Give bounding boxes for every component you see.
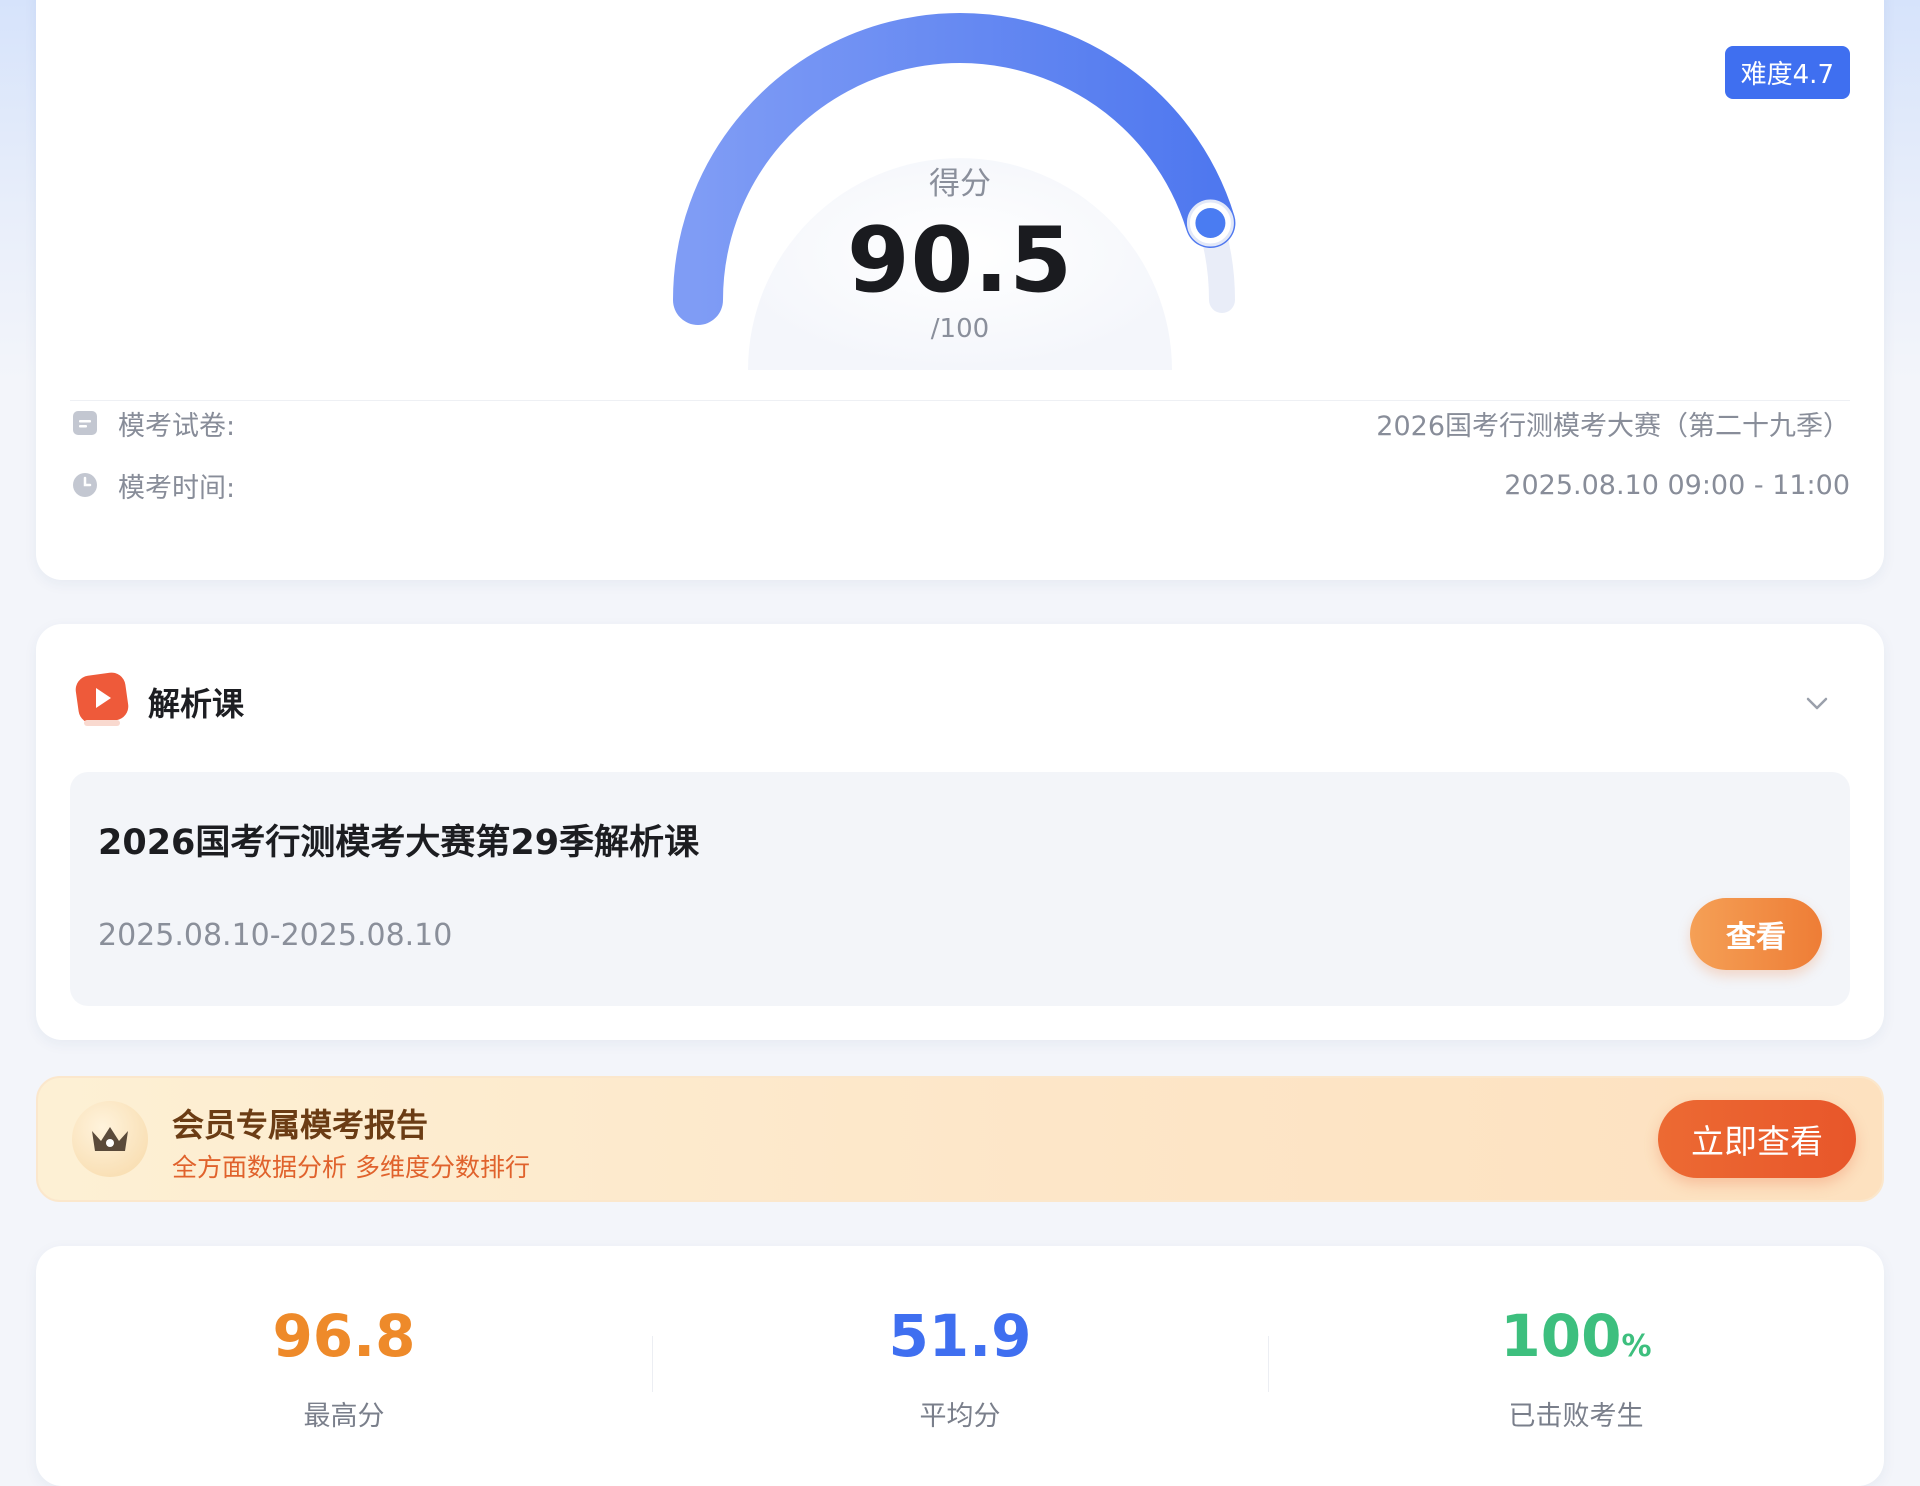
stat-average-value: 51.9 (888, 1302, 1032, 1370)
stats-card: 96.8 最高分 51.9 平均分 100% 已击败考生 (36, 1246, 1884, 1486)
chevron-down-icon[interactable] (1802, 688, 1832, 718)
course-header[interactable]: 解析课 (72, 672, 244, 732)
stat-highest-value: 96.8 (272, 1302, 416, 1370)
exam-time-row: 模考时间: 2025.08.10 09:00 - 11:00 (72, 465, 1850, 505)
stat-average-label: 平均分 (919, 1401, 1001, 1432)
score-max: /100 (930, 314, 990, 344)
member-title: 会员专属模考报告 (172, 1106, 429, 1144)
course-section-title: 解析课 (148, 685, 245, 723)
analysis-course-card: 解析课 2026国考行测模考大赛第29季解析课 2025.08.10-2025.… (36, 624, 1884, 1040)
clock-icon (72, 472, 98, 498)
exam-paper-label: 模考试卷: (118, 410, 236, 442)
score-card: 得分 90.5 /100 难度4.7 模考试卷: 2026国考行测模考大赛（第二… (36, 0, 1884, 580)
member-subtitle: 全方面数据分析 多维度分数排行 (172, 1153, 530, 1182)
stat-defeated: 100% 已击败考生 (1268, 1302, 1884, 1433)
view-course-button[interactable]: 查看 (1690, 898, 1822, 970)
play-icon (72, 670, 132, 734)
score-value: 90.5 (846, 208, 1074, 313)
divider (70, 400, 1850, 401)
exam-paper-value: 2026国考行测模考大赛（第二十九季） (1376, 410, 1850, 442)
stat-defeated-label: 已击败考生 (1508, 1401, 1644, 1432)
stat-highest: 96.8 最高分 (36, 1302, 652, 1433)
exam-time-label: 模考时间: (118, 472, 236, 504)
course-item: 2026国考行测模考大赛第29季解析课 2025.08.10-2025.08.1… (70, 772, 1850, 1006)
member-report-banner[interactable]: 会员专属模考报告 全方面数据分析 多维度分数排行 立即查看 (36, 1076, 1884, 1202)
difficulty-badge: 难度4.7 (1724, 46, 1850, 99)
stat-average: 51.9 平均分 (652, 1302, 1268, 1433)
crown-icon (72, 1101, 148, 1177)
course-item-name: 2026国考行测模考大赛第29季解析课 (98, 823, 700, 863)
exam-time-value: 2025.08.10 09:00 - 11:00 (1504, 469, 1850, 501)
course-item-date: 2025.08.10-2025.08.10 (98, 918, 453, 953)
member-view-button[interactable]: 立即查看 (1658, 1100, 1856, 1178)
stat-highest-label: 最高分 (303, 1401, 385, 1432)
exam-paper-row: 模考试卷: 2026国考行测模考大赛（第二十九季） (72, 403, 1850, 443)
document-icon (72, 410, 98, 436)
stat-defeated-value: 100% (1500, 1302, 1652, 1370)
score-label: 得分 (929, 166, 991, 202)
